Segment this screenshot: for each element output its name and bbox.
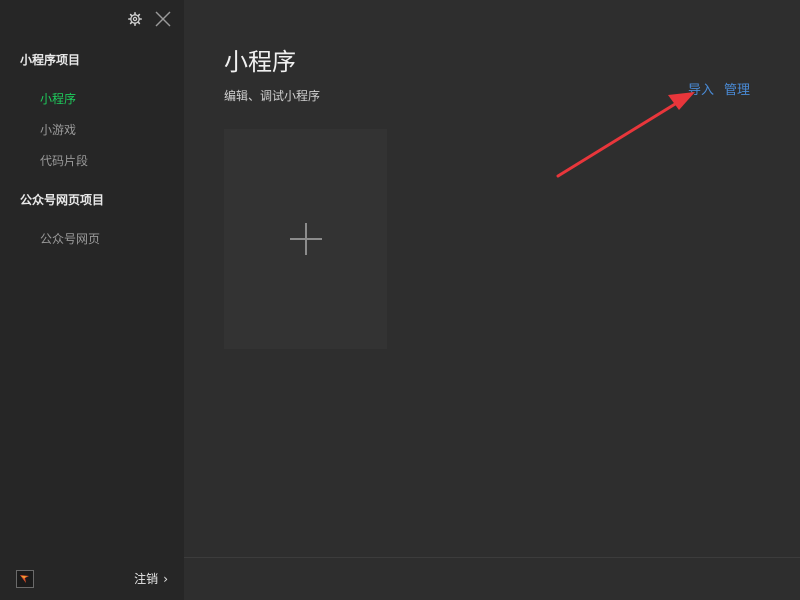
page-title: 小程序	[224, 48, 296, 76]
link-spacer	[714, 79, 724, 98]
manage-link[interactable]: 管理	[724, 79, 750, 98]
plus-icon	[289, 223, 322, 255]
section-title-official-account: 公众号网页项目	[20, 193, 105, 207]
avatar[interactable]	[16, 570, 34, 588]
close-icon[interactable]	[152, 8, 174, 30]
sidebar-item-official-account-web[interactable]: 公众号网页	[40, 230, 100, 247]
logout-label: 注销	[134, 572, 159, 586]
sidebar-footer: 注销 ›	[0, 558, 184, 600]
gear-icon[interactable]	[124, 8, 146, 30]
footer-divider	[184, 557, 800, 558]
header-actions: 导入 管理	[688, 79, 750, 98]
sidebar-item-minigame[interactable]: 小游戏	[40, 121, 76, 138]
chevron-right-icon: ›	[163, 571, 168, 586]
section-title-miniprogram: 小程序项目	[20, 53, 81, 67]
sidebar-item-code-snippets[interactable]: 代码片段	[40, 152, 88, 169]
import-link[interactable]: 导入	[688, 79, 714, 98]
sidebar-toolbar	[124, 8, 174, 30]
sidebar: 小程序项目 小程序 小游戏 代码片段 公众号网页项目 公众号网页 注销 ›	[0, 0, 184, 600]
new-project-card[interactable]	[224, 129, 387, 349]
sidebar-item-miniprogram[interactable]: 小程序	[40, 90, 76, 107]
page-subtitle: 编辑、调试小程序	[224, 89, 321, 103]
app-window: 小程序项目 小程序 小游戏 代码片段 公众号网页项目 公众号网页 注销 › 小程…	[0, 0, 800, 600]
logout-button[interactable]: 注销 ›	[134, 570, 168, 587]
